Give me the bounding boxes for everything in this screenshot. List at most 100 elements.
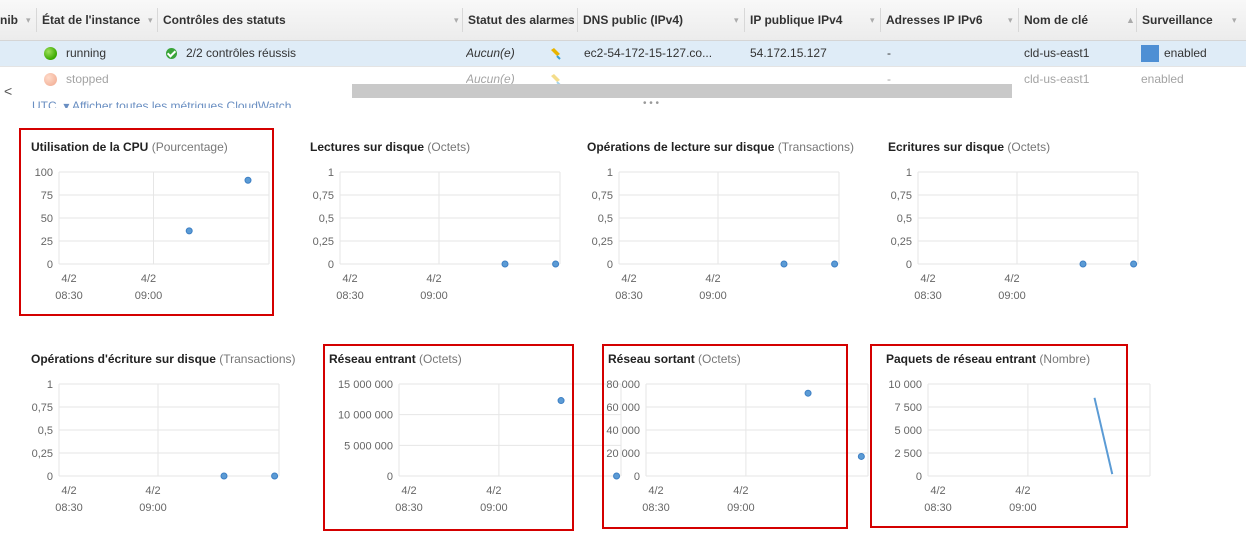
instance-state: running — [66, 46, 107, 60]
data-point[interactable] — [271, 472, 279, 480]
y-tick-label: 0 — [607, 259, 613, 271]
column-header[interactable]: Nom de clé — [1024, 0, 1134, 40]
y-tick-label: 0,25 — [891, 236, 912, 248]
y-tick-label: 0,75 — [891, 190, 912, 202]
sort-icon[interactable]: ▲ — [1126, 0, 1135, 40]
highlight-box — [870, 344, 1128, 528]
x-tick-label: 4/2 — [1004, 273, 1019, 285]
chart-plot: 1 0,75 0,5 0,25 0 4/2 08:30 4/2 09:00 — [313, 167, 561, 302]
column-header-label: Contrôles des statuts — [163, 13, 286, 27]
sort-icon[interactable]: ▾ — [870, 0, 875, 40]
column-header-label: Nom de clé — [1024, 13, 1089, 27]
highlight-box — [602, 344, 848, 529]
public-ip: 54.172.15.127 — [750, 46, 827, 60]
monitoring-color-icon — [1141, 45, 1159, 62]
sort-icon[interactable]: ▾ — [26, 0, 31, 40]
y-tick-label: 0,75 — [313, 190, 334, 202]
x-tick-label: 08:30 — [336, 290, 364, 302]
sort-icon[interactable]: ▾ — [148, 0, 153, 40]
x-tick-label: 4/2 — [621, 273, 636, 285]
column-header-label: Surveillance — [1142, 13, 1213, 27]
data-point[interactable] — [780, 260, 788, 268]
chart-plot: 1 0,75 0,5 0,25 0 4/2 08:30 4/2 09:00 — [891, 167, 1139, 302]
scrollbar-thumb[interactable] — [352, 84, 1012, 98]
y-tick-label: 0,25 — [313, 236, 334, 248]
data-point[interactable] — [1130, 260, 1138, 268]
y-tick-label: 1 — [607, 167, 613, 179]
monitoring-status: enabled — [1164, 46, 1207, 60]
cloudwatch-metrics-link[interactable]: UTC. ▾ Afficher toutes les métriques Clo… — [32, 100, 291, 108]
key-name: cld-us-east1 — [1024, 46, 1090, 60]
highlight-box — [323, 344, 574, 531]
running-status-icon — [44, 47, 57, 60]
column-divider[interactable] — [36, 8, 37, 32]
check-passed-icon — [166, 48, 177, 59]
column-divider[interactable] — [1136, 8, 1137, 32]
alarm-bell-icon[interactable] — [548, 46, 562, 60]
y-tick-label: 0,25 — [592, 236, 613, 248]
column-header-label: DNS public (IPv4) — [583, 13, 684, 27]
x-tick-label: 4/2 — [61, 485, 76, 497]
column-divider[interactable] — [577, 8, 578, 32]
x-tick-label: 4/2 — [705, 273, 720, 285]
table-row-running[interactable]: running 2/2 contrôles réussis Aucun(e) e… — [0, 41, 1246, 67]
x-tick-label: 08:30 — [914, 290, 942, 302]
column-header[interactable]: IP publique IPv4 — [750, 0, 878, 40]
alarm-status: Aucun(e) — [466, 46, 515, 60]
x-tick-label: 08:30 — [615, 290, 643, 302]
x-tick-label: 4/2 — [920, 273, 935, 285]
sort-icon[interactable]: ▾ — [1232, 0, 1237, 40]
status-checks: 2/2 contrôles réussis — [186, 46, 297, 60]
y-tick-label: 0,5 — [897, 213, 912, 225]
x-tick-label: 08:30 — [55, 502, 83, 514]
chart-plot: 1 0,75 0,5 0,25 0 4/2 08:30 4/2 09:00 — [32, 379, 280, 514]
data-point[interactable] — [501, 260, 509, 268]
y-tick-label: 0 — [906, 259, 912, 271]
sort-icon[interactable]: ▾ — [1008, 0, 1013, 40]
ipv6-address: - — [887, 46, 891, 60]
x-tick-label: 4/2 — [342, 273, 357, 285]
resize-handle[interactable]: • • • — [643, 100, 659, 108]
sort-icon[interactable]: ▾ — [454, 0, 459, 40]
highlight-box — [19, 128, 274, 316]
column-divider[interactable] — [744, 8, 745, 32]
y-tick-label: 1 — [906, 167, 912, 179]
column-divider[interactable] — [157, 8, 158, 32]
y-tick-label: 0,25 — [32, 448, 53, 460]
data-point[interactable] — [552, 260, 560, 268]
column-header[interactable]: Contrôles des statuts — [163, 0, 462, 40]
column-header[interactable]: Statut des alarmes — [468, 0, 574, 40]
public-dns: ec2-54-172-15-127.co... — [584, 46, 713, 60]
column-header[interactable]: État de l'instance — [42, 0, 156, 40]
y-tick-label: 0,5 — [38, 425, 53, 437]
sort-icon[interactable]: ▾ — [734, 0, 739, 40]
x-tick-label: 09:00 — [998, 290, 1026, 302]
data-point[interactable] — [1079, 260, 1087, 268]
x-tick-label: 09:00 — [420, 290, 448, 302]
column-divider[interactable] — [880, 8, 881, 32]
chevron-left-icon[interactable]: < — [4, 82, 12, 100]
column-header-label: Adresses IP IPv6 — [886, 13, 983, 27]
y-tick-label: 1 — [47, 379, 53, 391]
table-header: nib ▾ État de l'instance ▾ Contrôles des sta… — [0, 0, 1246, 41]
column-header-label: IP publique IPv4 — [750, 13, 843, 27]
data-point[interactable] — [220, 472, 228, 480]
sort-icon[interactable]: ▾ — [566, 0, 571, 40]
instances-table: nib ▾ État de l'instance ▾ Contrôles des sta… — [0, 0, 1246, 102]
column-header[interactable]: DNS public (IPv4) — [583, 0, 742, 40]
data-point[interactable] — [831, 260, 839, 268]
column-divider[interactable] — [462, 8, 463, 32]
x-tick-label: 09:00 — [139, 502, 167, 514]
x-tick-label: 4/2 — [426, 273, 441, 285]
y-tick-label: 0,75 — [32, 402, 53, 414]
x-tick-label: 09:00 — [699, 290, 727, 302]
y-tick-label: 0,5 — [598, 213, 613, 225]
data-point[interactable] — [857, 452, 865, 460]
y-tick-label: 1 — [328, 167, 334, 179]
column-divider[interactable] — [1018, 8, 1019, 32]
column-header[interactable]: Surveillance — [1142, 0, 1240, 40]
column-header-label: nib — [0, 13, 18, 27]
horizontal-scrollbar[interactable]: < — [0, 82, 1246, 100]
y-tick-label: 0,75 — [592, 190, 613, 202]
column-header[interactable]: Adresses IP IPv6 — [886, 0, 1016, 40]
